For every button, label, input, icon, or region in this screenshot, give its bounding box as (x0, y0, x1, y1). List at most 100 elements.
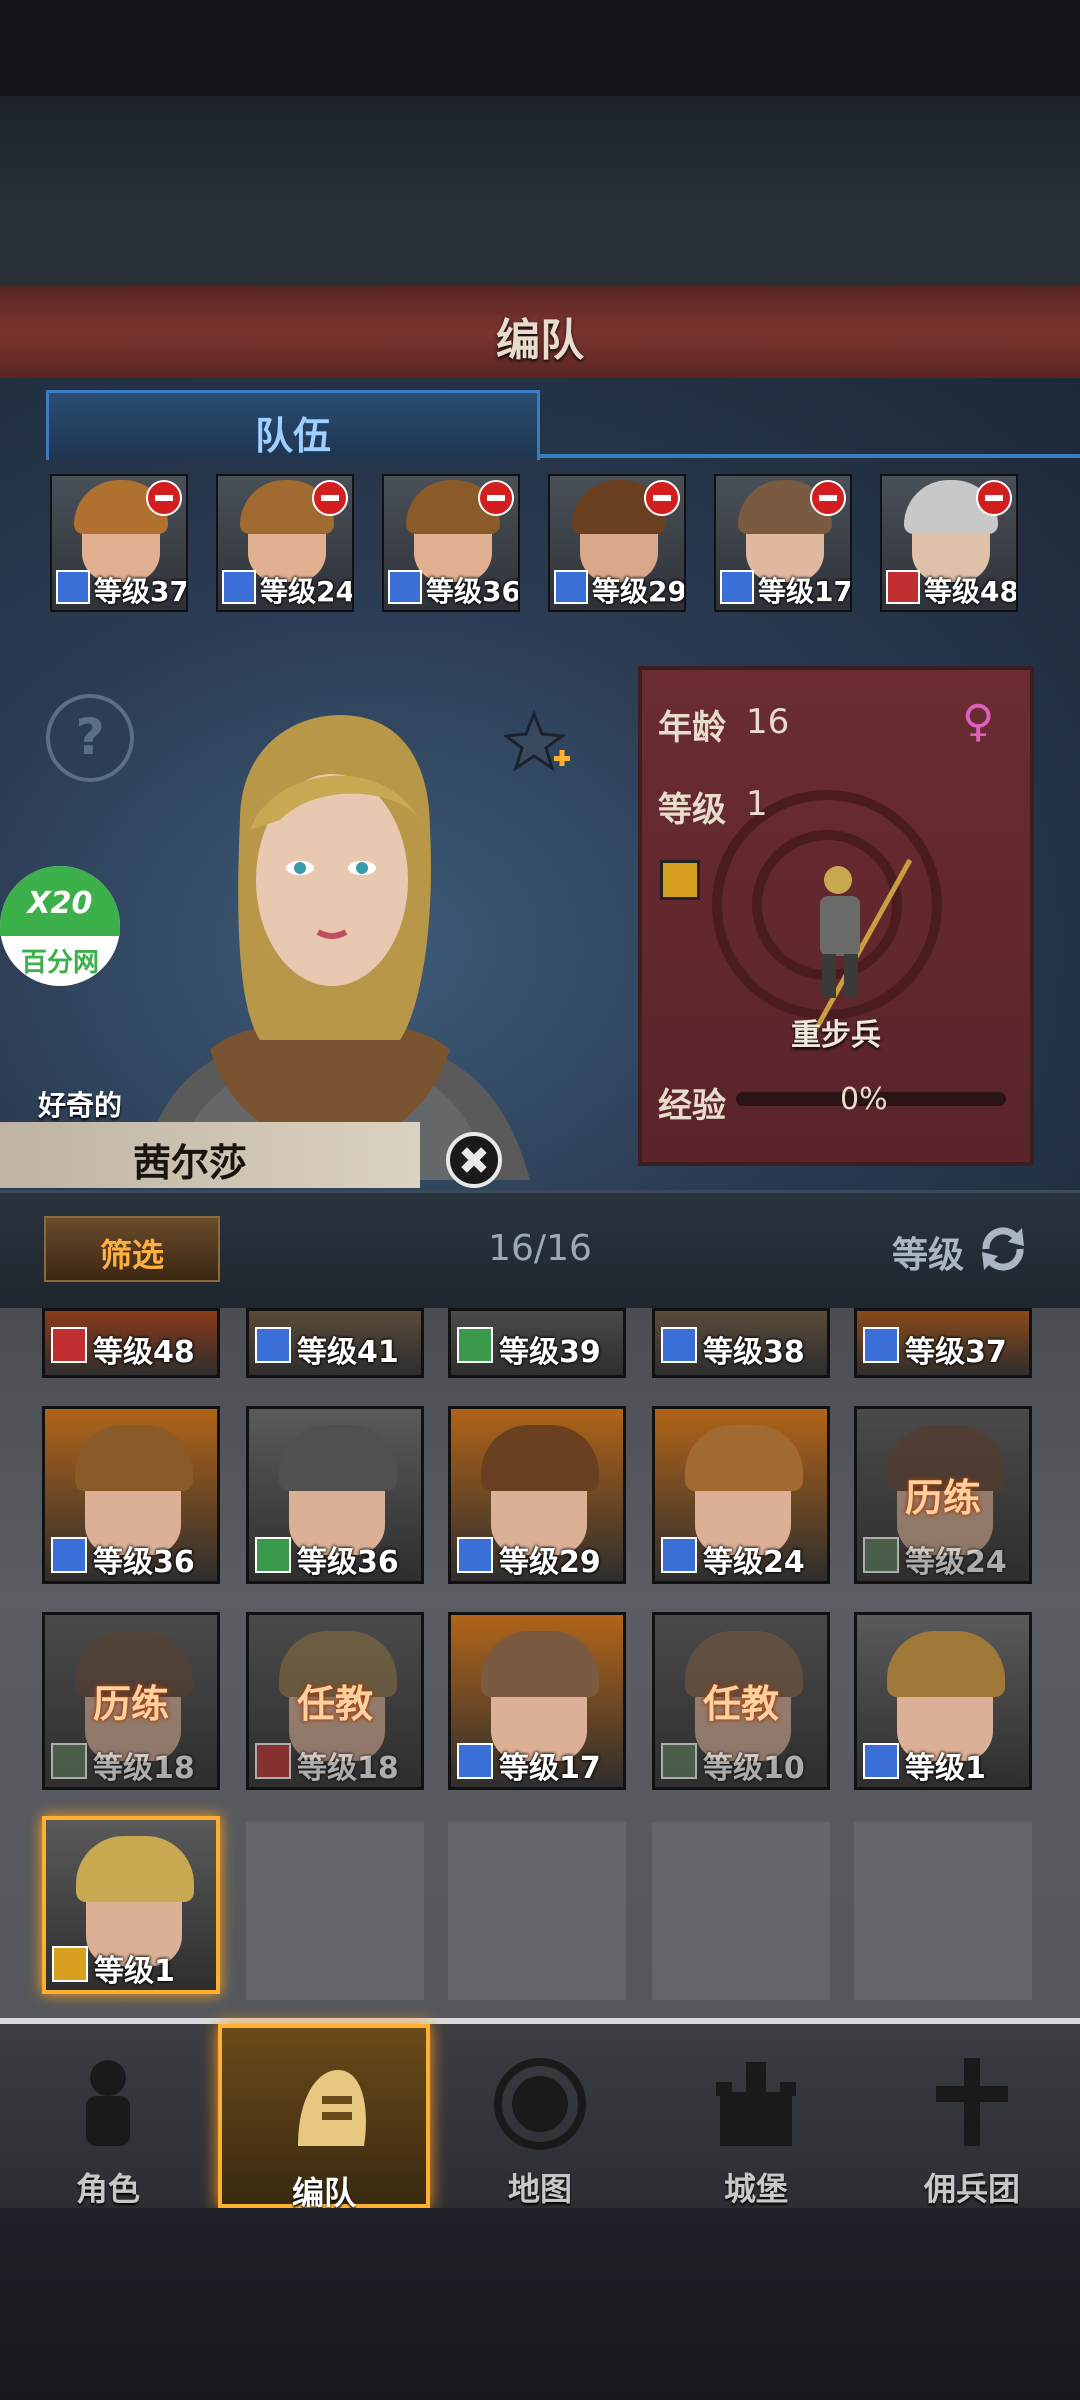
card-level: 等级41 (249, 1323, 421, 1370)
nav-knight[interactable]: 角色 (2, 2024, 214, 2208)
card-level-text: 等级36 (93, 1545, 195, 1580)
level-value: 1 (746, 784, 768, 824)
remove-hero-button[interactable] (446, 1132, 502, 1188)
title-banner: 编队 (0, 286, 1080, 378)
class-icon (222, 570, 256, 604)
roster-card[interactable]: 等级48 (42, 1308, 220, 1378)
nav-label: 佣兵团 (923, 2170, 1020, 2208)
team-member-slot[interactable]: 等级36 (382, 474, 520, 612)
roster-card[interactable]: 等级24 (652, 1406, 830, 1584)
roster-card[interactable]: 任教等级10 (652, 1612, 830, 1790)
class-icon (51, 1327, 87, 1363)
bottom-stone-background (0, 2208, 1080, 2400)
roster-card[interactable]: 等级39 (448, 1308, 626, 1378)
helmet-icon (298, 2070, 366, 2146)
class-icon (720, 570, 754, 604)
roster-card[interactable]: 等级17 (448, 1612, 626, 1790)
class-icon (554, 570, 588, 604)
member-level: 等级17 (716, 568, 850, 608)
team-member-slot[interactable]: 等级24 (216, 474, 354, 612)
shield-class-icon (660, 860, 700, 900)
remove-member-icon[interactable] (810, 480, 846, 516)
card-level-text: 等级24 (905, 1545, 1007, 1580)
watermark-text: X20 (27, 886, 93, 921)
filter-button[interactable]: 筛选 (44, 1216, 220, 1282)
roster-card[interactable]: 历练 等级18 (42, 1612, 220, 1790)
class-icon (255, 1327, 291, 1363)
empty-slot (854, 1822, 1032, 2000)
nav-helmet[interactable]: 编队 (218, 2024, 430, 2212)
member-level-text: 等级36 (426, 575, 520, 608)
member-level-text: 等级17 (758, 575, 852, 608)
page-title: 编队 (496, 315, 584, 366)
mercenary-icon (936, 2058, 1008, 2146)
card-level-text: 等级36 (297, 1545, 399, 1580)
roster-card[interactable]: 历练等级24 (854, 1406, 1032, 1584)
card-level: 等级24 (857, 1533, 1029, 1580)
remove-member-icon[interactable] (146, 480, 182, 516)
card-level: 等级29 (451, 1533, 623, 1580)
sort-label[interactable]: 等级 (892, 1226, 964, 1278)
member-level-text: 等级24 (260, 575, 354, 608)
card-level: 等级18 (45, 1739, 217, 1786)
roster-card[interactable]: 等级37 (854, 1308, 1032, 1378)
team-member-slot[interactable]: 等级48 (880, 474, 1018, 612)
roster-card[interactable]: 等级29 (448, 1406, 626, 1584)
remove-member-icon[interactable] (312, 480, 348, 516)
member-level: 等级29 (550, 568, 684, 608)
tab-team-label: 队伍 (254, 414, 331, 458)
status-tag: 任教 (702, 1682, 779, 1726)
card-level-text: 等级18 (93, 1751, 195, 1786)
class-icon (52, 1946, 88, 1982)
nav-compass-map[interactable]: 地图 (434, 2024, 646, 2208)
team-member-slot[interactable]: 等级37 (50, 474, 188, 612)
card-level: 等级17 (451, 1739, 623, 1786)
card-level-text: 等级38 (703, 1335, 805, 1370)
watermark-subtext: 百分网 (20, 948, 99, 978)
member-level: 等级48 (882, 568, 1016, 608)
roster-card[interactable]: 等级1 (42, 1816, 220, 1994)
exp-percent: 0% (840, 1082, 888, 1117)
portrait-hair (685, 1425, 803, 1491)
nav-mercenary[interactable]: 佣兵团 (866, 2024, 1078, 2208)
roster-card[interactable]: 等级1 (854, 1612, 1032, 1790)
age-label: 年龄 (658, 708, 726, 748)
member-level-text: 等级29 (592, 575, 686, 608)
card-level-text: 等级18 (297, 1751, 399, 1786)
nav-label: 地图 (507, 2170, 572, 2208)
portrait-hair (887, 1631, 1005, 1697)
remove-member-icon[interactable] (644, 480, 680, 516)
class-icon (661, 1743, 697, 1779)
card-level: 等级38 (655, 1323, 827, 1370)
roster-count: 16/16 (488, 1228, 592, 1269)
status-tag: 任教 (296, 1682, 373, 1726)
class-icon (863, 1743, 899, 1779)
remove-member-icon[interactable] (478, 480, 514, 516)
team-member-slot[interactable]: 等级29 (548, 474, 686, 612)
unit-class-name: 重步兵 (791, 1018, 881, 1053)
portrait-hair (279, 1425, 397, 1491)
team-member-slot[interactable]: 等级17 (714, 474, 852, 612)
roster-card[interactable]: 等级41 (246, 1308, 424, 1378)
portrait-hair (481, 1425, 599, 1491)
roster-card[interactable]: 等级36 (42, 1406, 220, 1584)
portrait-hair (76, 1836, 194, 1902)
roster-card[interactable]: 任教等级18 (246, 1612, 424, 1790)
nav-castle[interactable]: 城堡 (650, 2024, 862, 2208)
filter-button-label: 筛选 (99, 1236, 164, 1274)
remove-member-icon[interactable] (976, 480, 1012, 516)
card-level-text: 等级39 (499, 1335, 601, 1370)
card-level-text: 等级10 (703, 1751, 805, 1786)
portrait-hair (481, 1631, 599, 1697)
roster-card[interactable]: 等级36 (246, 1406, 424, 1584)
watermark-logo: X20 百分网 (0, 866, 120, 986)
card-level: 等级10 (655, 1739, 827, 1786)
exp-label: 经验 (658, 1086, 726, 1126)
tab-team[interactable]: 队伍 (46, 390, 540, 460)
roster-card[interactable]: 等级38 (652, 1308, 830, 1378)
refresh-sort-icon[interactable] (976, 1222, 1030, 1276)
empty-slot (448, 1822, 626, 2000)
status-tag: 历练 (904, 1476, 981, 1520)
empty-slot (246, 1822, 424, 2000)
card-level: 等级37 (857, 1323, 1029, 1370)
